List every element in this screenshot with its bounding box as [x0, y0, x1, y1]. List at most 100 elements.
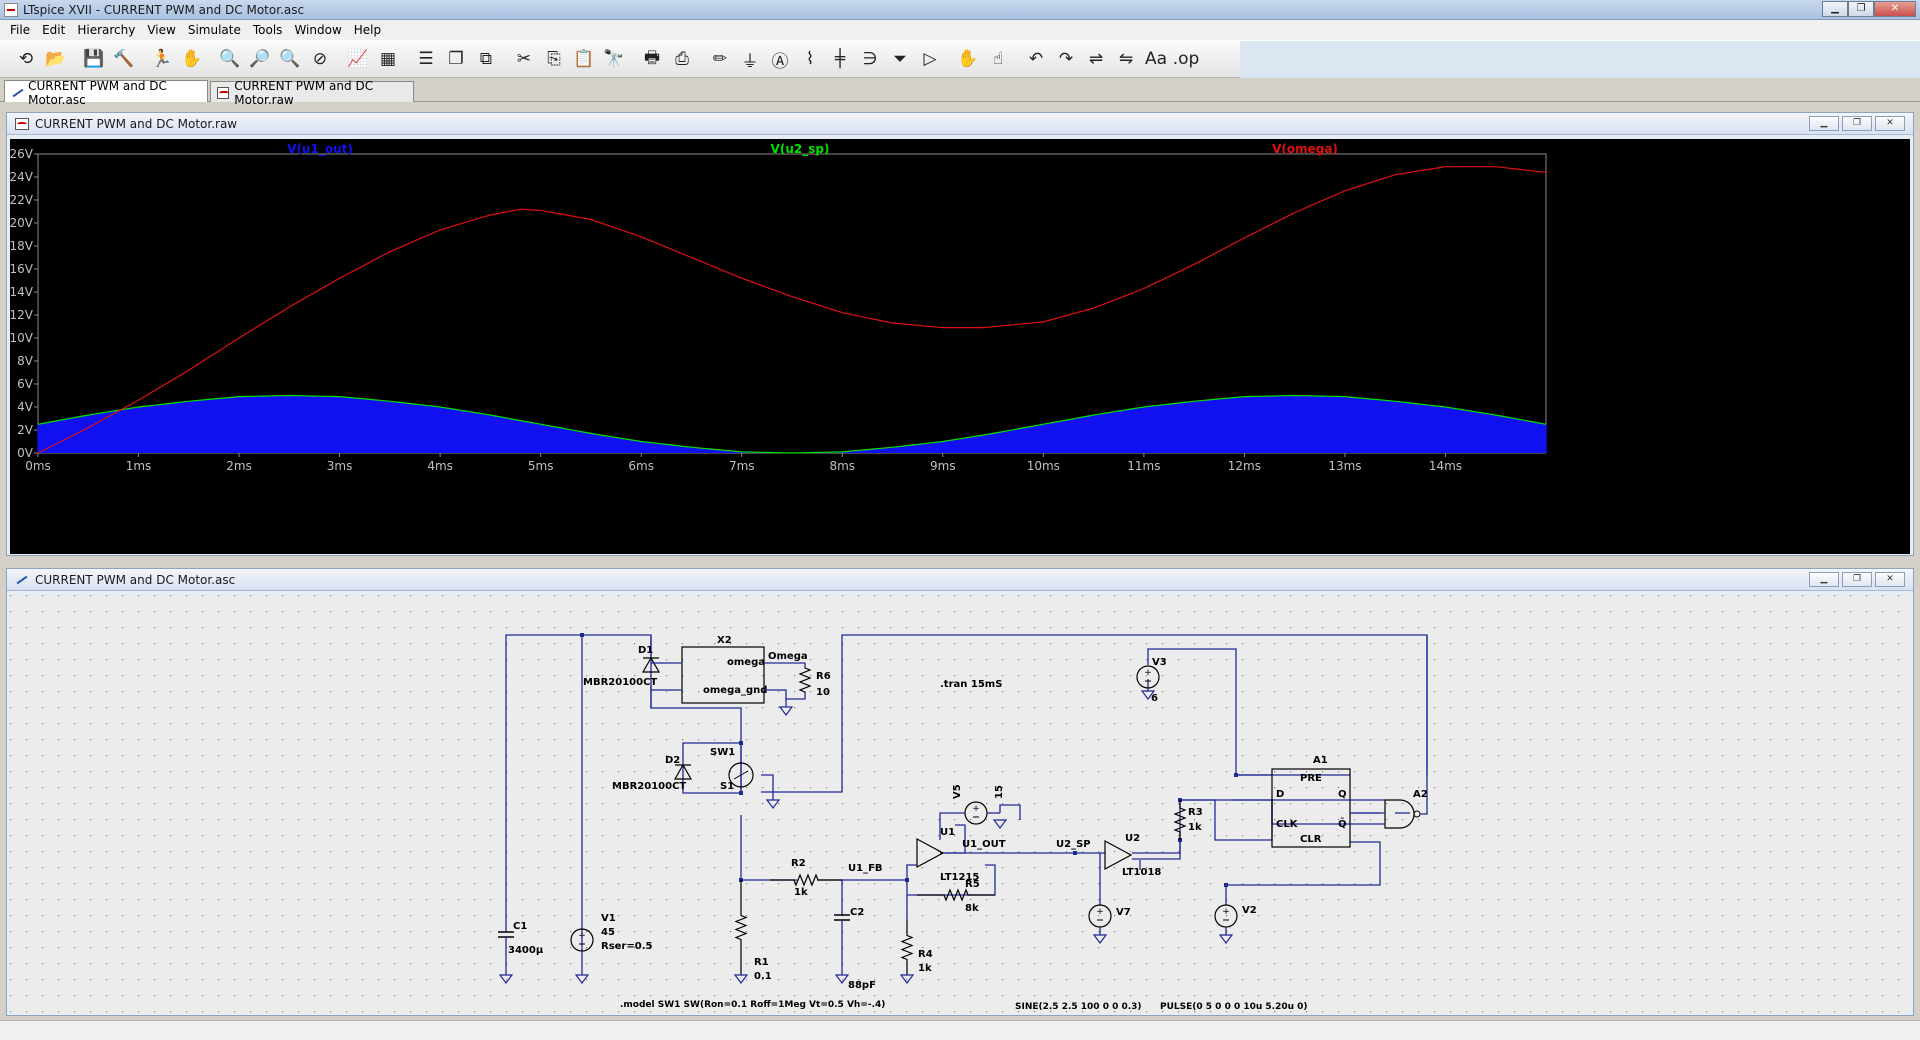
add-plot-pane-icon[interactable]: ▦: [374, 45, 402, 73]
zoom-fit-icon[interactable]: ⊘: [306, 45, 334, 73]
plot-background: [10, 139, 1910, 554]
x-tick-label: 2ms: [226, 459, 252, 473]
menu-tools[interactable]: Tools: [247, 23, 289, 37]
copy-icon[interactable]: ⎘: [540, 45, 568, 73]
waveform-maximize-button[interactable]: ❐: [1842, 116, 1872, 131]
component-icon[interactable]: ▷: [916, 45, 944, 73]
label-d2-value: MBR20100CT: [612, 781, 686, 792]
label-v2: V2: [1242, 905, 1257, 916]
menu-simulate[interactable]: Simulate: [182, 23, 247, 37]
label-a1: A1: [1313, 755, 1328, 766]
text-icon[interactable]: Aa: [1142, 45, 1170, 73]
print-setup-icon[interactable]: ⎙: [668, 45, 696, 73]
label-x2: X2: [717, 635, 732, 646]
ground-icon[interactable]: ⏚: [736, 45, 764, 73]
y-tick-label: 22V: [10, 193, 34, 207]
tile-horizontal-icon[interactable]: ☰: [412, 45, 440, 73]
menu-window[interactable]: Window: [288, 23, 347, 37]
legend-entry[interactable]: V(u1_out): [287, 142, 353, 157]
rotate-icon[interactable]: ⇌: [1082, 45, 1110, 73]
waveform-minimize-button[interactable]: ▁: [1809, 116, 1839, 131]
spice-directive-icon[interactable]: .op: [1172, 45, 1200, 73]
x-tick-label: 9ms: [930, 459, 956, 473]
schematic-minimize-button[interactable]: ▁: [1809, 572, 1839, 587]
polarity-plus: +: [1144, 668, 1152, 678]
x-tick-label: 11ms: [1127, 459, 1160, 473]
label-r2: R2: [791, 858, 806, 869]
x-tick-label: 12ms: [1228, 459, 1261, 473]
label-c1-value: 3400µ: [508, 945, 544, 956]
pan-icon[interactable]: ✋: [178, 45, 206, 73]
tab-schematic-label: CURRENT PWM and DC Motor.asc: [28, 78, 167, 107]
minimize-button[interactable]: ▁: [1822, 1, 1848, 17]
pin-q: Q: [1338, 789, 1347, 800]
menu-file[interactable]: File: [4, 23, 36, 37]
print-icon[interactable]: 🖶: [638, 45, 666, 73]
wire-junction: [1234, 773, 1238, 777]
label-c2-value: 88pF: [848, 980, 876, 991]
zoom-out-icon[interactable]: 🔍: [276, 45, 304, 73]
resistor-icon[interactable]: ⌇: [796, 45, 824, 73]
move-icon[interactable]: ✋: [954, 45, 982, 73]
restore-button[interactable]: ❐: [1848, 1, 1874, 17]
label-net-icon[interactable]: Ⓐ: [766, 45, 794, 73]
label-r5: R5: [965, 879, 980, 890]
window-controls: ▁ ❐ ✕: [1822, 1, 1916, 17]
ltspice-app-icon: [4, 2, 18, 17]
tab-waveform[interactable]: CURRENT PWM and DC Motor.raw: [210, 79, 414, 107]
schematic-canvas[interactable]: D1 MBR20100CT X2 omega omega_gnd Omega R6 10 .tr…: [10, 595, 1910, 1013]
draw-wire-icon[interactable]: ✏: [706, 45, 734, 73]
close-button[interactable]: ✕: [1874, 1, 1916, 17]
label-d2: D2: [665, 755, 680, 766]
zoom-in-icon[interactable]: 🔍: [216, 45, 244, 73]
zoom-area-icon[interactable]: 🔎: [246, 45, 274, 73]
pin-d: D: [1276, 789, 1284, 800]
inductor-icon[interactable]: ∋: [856, 45, 884, 73]
redo-icon[interactable]: ↷: [1052, 45, 1080, 73]
menu-hierarchy[interactable]: Hierarchy: [71, 23, 141, 37]
pin-omega-gnd: omega_gnd: [703, 685, 767, 696]
drag-icon[interactable]: ☝: [984, 45, 1012, 73]
legend-entry[interactable]: V(omega): [1272, 142, 1338, 156]
menu-edit[interactable]: Edit: [36, 23, 71, 37]
y-tick-label: 6V: [17, 377, 34, 391]
schematic-close-button[interactable]: ✕: [1875, 572, 1905, 587]
diode-icon[interactable]: ⏷: [886, 45, 914, 73]
autorange-icon[interactable]: 📈: [344, 45, 372, 73]
x-tick-label: 10ms: [1027, 459, 1060, 473]
wire-junction: [739, 791, 743, 795]
waveform-icon: [217, 87, 230, 99]
wire-junction: [1224, 883, 1228, 887]
run-icon[interactable]: 🏃: [148, 45, 176, 73]
tile-vertical-icon[interactable]: ⧉: [472, 45, 500, 73]
mirror-icon[interactable]: ⇋: [1112, 45, 1140, 73]
find-icon[interactable]: 🔭: [600, 45, 628, 73]
y-tick-label: 4V: [17, 400, 34, 414]
label-v5-value: 15: [994, 785, 1005, 799]
schematic-maximize-button[interactable]: ❐: [1842, 572, 1872, 587]
paste-icon[interactable]: 📋: [570, 45, 598, 73]
control-panel-icon[interactable]: 🔨: [110, 45, 138, 73]
menu-help[interactable]: Help: [348, 23, 387, 37]
open-file-icon[interactable]: 📂: [42, 45, 70, 73]
cascade-icon[interactable]: ❐: [442, 45, 470, 73]
undo-icon[interactable]: ↶: [1022, 45, 1050, 73]
polarity-plus: +: [1222, 907, 1230, 917]
waveform-close-button[interactable]: ✕: [1875, 116, 1905, 131]
wire-junction: [1073, 851, 1077, 855]
capacitor-icon[interactable]: ╪: [826, 45, 854, 73]
save-icon[interactable]: 💾: [80, 45, 108, 73]
x-tick-label: 13ms: [1328, 459, 1361, 473]
label-v7: V7: [1116, 907, 1131, 918]
label-a2: A2: [1413, 789, 1428, 800]
model-directive: .model SW1 SW(Ron=0.1 Roff=1Meg Vt=0.5 V…: [620, 1000, 885, 1010]
legend-entry[interactable]: V(u2_sp): [771, 142, 830, 157]
cut-icon[interactable]: ✂: [510, 45, 538, 73]
open-schematic-icon[interactable]: ⟲: [12, 45, 40, 73]
tab-schematic[interactable]: CURRENT PWM and DC Motor.asc: [4, 79, 208, 107]
menu-bar: File Edit Hierarchy View Simulate Tools Window…: [0, 20, 1920, 40]
label-r6: R6: [816, 671, 831, 682]
menu-view[interactable]: View: [141, 23, 181, 37]
net-u1-fb: U1_FB: [848, 863, 883, 874]
waveform-plot[interactable]: 0V 2V 4V 6V 8V 10V 12V 14V 16V 18V 20V 22V 24V 26V 0ms…: [10, 139, 1910, 554]
